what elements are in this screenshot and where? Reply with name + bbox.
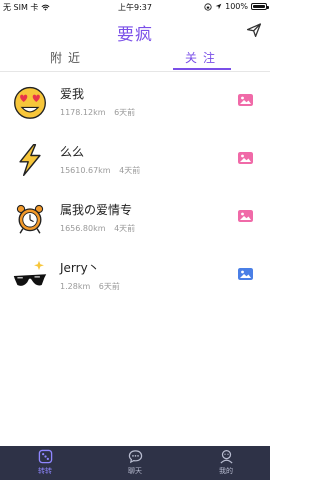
active-tab-indicator (173, 68, 231, 70)
user-list: 爱我 1178.12km 6天前 么么 15610.67km 4天前 属我の爱情… (0, 72, 270, 304)
user-time: 6天前 (114, 108, 136, 117)
list-item[interactable]: 爱我 1178.12km 6天前 (0, 72, 270, 130)
user-name: 属我の爱情专 (60, 203, 133, 217)
status-right: 100% (204, 2, 269, 11)
location-arrow-icon (215, 3, 222, 10)
user-name: 爱我 (60, 87, 85, 101)
chat-icon (128, 450, 142, 464)
image-icon[interactable] (238, 268, 253, 280)
image-icon[interactable] (238, 152, 253, 164)
user-meta: 1656.80km 4天前 (60, 223, 135, 234)
list-item[interactable]: 么么 15610.67km 4天前 (0, 130, 270, 188)
nav-item-profile[interactable]: 我的 (206, 449, 246, 476)
list-item[interactable]: 属我の爱情专 1656.80km 4天前 (0, 188, 270, 246)
list-item[interactable]: Jerry丶 1.28km 6天前 (0, 246, 270, 304)
image-icon[interactable] (238, 210, 253, 222)
user-meta: 1178.12km 6天前 (60, 107, 135, 118)
send-icon[interactable] (246, 22, 262, 38)
user-distance: 1178.12km (60, 108, 106, 117)
image-icon[interactable] (238, 94, 253, 106)
nav-item-chat[interactable]: 聊天 (115, 449, 155, 476)
tab-nearby[interactable]: 附近 (8, 49, 128, 66)
tab-follow[interactable]: 关注 (143, 49, 263, 66)
user-time: 4天前 (114, 224, 136, 233)
tab-bar: 附近 关注 (0, 45, 270, 72)
clock-character-avatar (16, 204, 44, 234)
user-time: 6天前 (98, 282, 120, 291)
nav-label: 转转 (38, 467, 52, 475)
user-distance: 1656.80km (60, 224, 106, 233)
lightning-bolt-avatar (19, 143, 41, 177)
user-distance: 15610.67km (60, 166, 111, 175)
nav-item-zhuanzhuan[interactable]: 转转 (25, 449, 65, 476)
nav-label: 我的 (219, 467, 233, 475)
profile-icon (219, 449, 233, 464)
sunglasses-avatar (13, 260, 47, 286)
user-meta: 15610.67km 4天前 (60, 165, 140, 176)
battery-icon (251, 3, 269, 10)
user-name: Jerry丶 (60, 261, 100, 275)
heart-eyes-emoji-avatar (14, 86, 46, 119)
page-title: 要疯 (117, 25, 153, 45)
bottom-nav: 转转 聊天 我的 (0, 446, 270, 480)
app-header: 要疯 (0, 14, 270, 45)
user-distance: 1.28km (60, 282, 91, 291)
lock-rotation-icon (204, 2, 212, 11)
user-name: 么么 (60, 145, 85, 159)
dice-icon (38, 449, 52, 464)
battery-text: 100% (225, 2, 248, 11)
user-time: 4天前 (119, 166, 141, 175)
user-meta: 1.28km 6天前 (60, 281, 120, 292)
status-bar: 无 SIM 卡 上午9:37 100% (0, 0, 270, 14)
nav-label: 聊天 (128, 467, 142, 475)
battery-level (253, 5, 265, 8)
